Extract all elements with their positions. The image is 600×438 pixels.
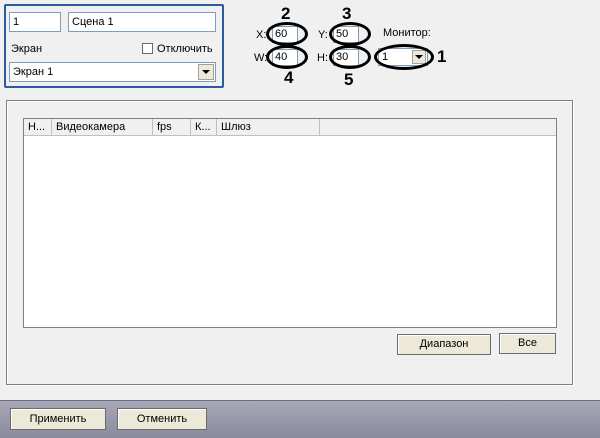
screen-select-dropdown-button[interactable] [198,64,214,80]
monitor-label: Монитор: [383,27,431,39]
all-button[interactable]: Все [499,333,556,354]
cameras-table-header: Н... Видеокамера fps К... Шлюз [24,119,556,136]
callout-number-5: 5 [344,70,354,89]
callout-ellipse-4 [266,45,308,69]
chevron-down-icon [202,70,210,74]
callout-ellipse-3 [329,22,371,46]
column-header-camera[interactable]: Видеокамера [52,119,153,135]
column-header-gateway[interactable]: Шлюз [217,119,320,135]
callout-ellipse-2 [266,22,308,46]
column-header-k[interactable]: К... [191,119,217,135]
column-header-number[interactable]: Н... [24,119,52,135]
column-header-fps[interactable]: fps [153,119,191,135]
x-label: X: [256,29,267,41]
scene-id-field[interactable]: 1 [9,12,61,32]
cancel-button[interactable]: Отменить [117,408,207,430]
disable-label: Отключить [157,43,213,55]
screen-select-value: Экран 1 [13,66,54,78]
disable-checkbox[interactable] [142,43,153,54]
callout-ellipse-5 [329,45,371,69]
apply-button[interactable]: Применить [10,408,106,430]
callout-ellipse-1 [374,44,434,70]
range-button[interactable]: Диапазон [397,334,491,355]
callout-number-1: 1 [437,47,447,66]
cameras-table[interactable]: Н... Видеокамера fps К... Шлюз [23,118,557,328]
screen-label: Экран [11,43,43,55]
h-label: H: [317,52,328,64]
scene-name-field[interactable]: Сцена 1 [68,12,216,32]
callout-number-2: 2 [281,4,291,23]
callout-number-4: 4 [284,68,294,87]
screen-select[interactable]: Экран 1 [9,62,216,82]
callout-number-3: 3 [342,4,352,23]
y-label: Y: [318,29,328,41]
